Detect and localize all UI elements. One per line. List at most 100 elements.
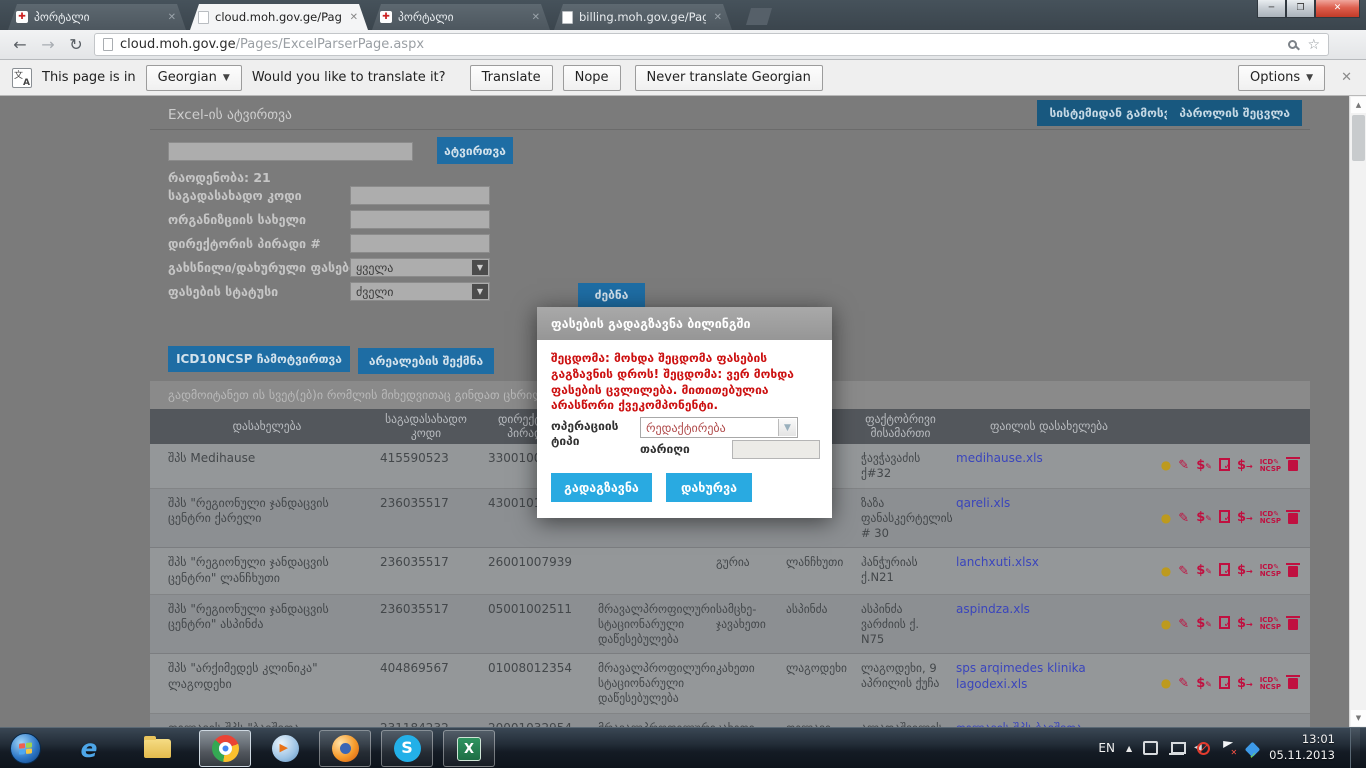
infobar-close-icon[interactable]: ✕ (1335, 70, 1358, 85)
start-button[interactable] (10, 733, 41, 764)
edit-icon[interactable]: ✎ (1178, 512, 1189, 525)
price-send-icon[interactable]: $→ (1237, 511, 1253, 525)
page-scrollbar[interactable]: ▲ ▼ (1349, 96, 1366, 727)
status-dot-icon[interactable]: ● (1161, 459, 1171, 472)
confirm-icon[interactable]: ✓ (1219, 676, 1230, 692)
language-indicator[interactable]: EN (1098, 741, 1115, 755)
price-send-icon[interactable]: $→ (1237, 459, 1253, 473)
icd-ncsp-icon[interactable]: ICD✎NCSP (1260, 617, 1281, 631)
minimize-button[interactable]: ─ (1257, 0, 1286, 18)
column-header[interactable]: დასახელება (150, 416, 372, 436)
dropbox-icon[interactable] (1245, 741, 1261, 757)
show-desktop-button[interactable] (1350, 728, 1360, 768)
scroll-down-icon[interactable]: ▼ (1351, 710, 1366, 726)
icd-ncsp-icon[interactable]: ICD✎NCSP (1260, 564, 1281, 578)
never-translate-button[interactable]: Never translate Georgian (635, 65, 823, 91)
tab-portal-1[interactable]: ✚ პორტალი ✕ (8, 4, 186, 30)
edit-icon[interactable]: ✎ (1178, 565, 1189, 578)
price-status-select[interactable]: ძველი▼ (350, 282, 490, 301)
tab-close-icon[interactable]: ✕ (166, 12, 178, 23)
create-areas-button[interactable]: არეალების შექმნა (358, 348, 494, 374)
org-name-input[interactable] (350, 210, 490, 229)
price-send-icon[interactable]: $→ (1237, 617, 1253, 631)
icd-ncsp-icon[interactable]: ICD✎NCSP (1260, 511, 1281, 525)
tab-close-icon[interactable]: ✕ (348, 12, 360, 23)
edit-icon[interactable]: ✎ (1178, 677, 1189, 690)
maximize-button[interactable]: ❐ (1286, 0, 1315, 18)
edit-icon[interactable]: ✎ (1178, 618, 1189, 631)
icd10ncsp-download-button[interactable]: ICD10NCSP ჩამოტვირთვა (168, 346, 350, 372)
column-header[interactable]: საგადასახადო კოდი (372, 409, 480, 444)
translate-button[interactable]: Translate (470, 65, 553, 91)
upload-file-input[interactable] (168, 142, 413, 161)
change-password-button[interactable]: პაროლის შეცვლა (1167, 100, 1302, 126)
forward-icon[interactable]: → (34, 35, 62, 54)
taskbar-chrome-button[interactable] (199, 730, 251, 767)
file-link[interactable]: lanchxuti.xlsx (956, 555, 1039, 569)
edit-icon[interactable]: ✎ (1178, 459, 1189, 472)
tray-expand-icon[interactable]: ▲ (1126, 744, 1132, 753)
operation-type-select[interactable]: რედაქტირება▼ (640, 417, 798, 438)
price-send-icon[interactable]: $→ (1237, 564, 1253, 578)
taskbar-ie-button[interactable]: e (63, 730, 115, 767)
column-header[interactable]: ფაილის დასახელება (948, 416, 1150, 436)
tab-portal-2[interactable]: ✚ პორტალი ✕ (372, 4, 550, 30)
price-send-icon[interactable]: $→ (1237, 677, 1253, 691)
delete-icon[interactable] (1288, 457, 1298, 474)
tab-cloud-active[interactable]: cloud.moh.gov.ge/Pages/ ✕ (190, 4, 368, 30)
bookmark-star-icon[interactable]: ☆ (1307, 37, 1320, 53)
status-dot-icon[interactable]: ● (1161, 677, 1171, 690)
status-dot-icon[interactable]: ● (1161, 512, 1171, 525)
search-icon[interactable] (1288, 40, 1297, 49)
file-link[interactable]: sps arqimedes klinika lagodexi.xls (956, 661, 1086, 691)
close-button[interactable]: ✕ (1315, 0, 1360, 18)
taskbar-clock[interactable]: 13:01 05.11.2013 (1269, 732, 1335, 763)
price-edit-icon[interactable]: $✎ (1196, 617, 1212, 631)
nope-button[interactable]: Nope (563, 65, 621, 91)
search-button[interactable]: ძებნა (578, 283, 645, 307)
tab-billing[interactable]: billing.moh.gov.ge/Pages ✕ (554, 4, 732, 30)
price-edit-icon[interactable]: $✎ (1196, 511, 1212, 525)
director-id-input[interactable] (350, 234, 490, 253)
tax-code-input[interactable] (350, 186, 490, 205)
taskbar-excel-button[interactable]: X (443, 730, 495, 767)
tab-close-icon[interactable]: ✕ (712, 12, 724, 23)
delete-icon[interactable] (1288, 616, 1298, 633)
price-edit-icon[interactable]: $✎ (1196, 459, 1212, 473)
network-icon[interactable] (1169, 741, 1184, 755)
address-bar[interactable]: cloud.moh.gov.ge/Pages/ExcelParserPage.a… (94, 33, 1329, 56)
delete-icon[interactable] (1288, 563, 1298, 580)
status-dot-icon[interactable]: ● (1161, 618, 1171, 631)
confirm-icon[interactable]: ✓ (1219, 616, 1230, 632)
taskbar-skype-button[interactable]: S (381, 730, 433, 767)
icd-ncsp-icon[interactable]: ICD✎NCSP (1260, 677, 1281, 691)
options-dropdown[interactable]: Options▼ (1238, 65, 1325, 91)
taskbar-media-player-button[interactable] (259, 730, 311, 767)
file-link[interactable]: qareli.xls (956, 496, 1010, 510)
send-button[interactable]: გადაგზავნა (551, 473, 652, 502)
file-link[interactable]: medihause.xls (956, 451, 1043, 465)
file-link[interactable]: aspindza.xls (956, 602, 1030, 616)
clipboard-tray-icon[interactable] (1143, 741, 1158, 755)
scrollbar-thumb[interactable] (1352, 115, 1365, 161)
reload-icon[interactable]: ↻ (62, 35, 90, 54)
icd-ncsp-icon[interactable]: ICD✎NCSP (1260, 459, 1281, 473)
language-dropdown[interactable]: Georgian▼ (146, 65, 242, 91)
taskbar-firefox-button[interactable] (319, 730, 371, 767)
upload-button[interactable]: ატვირთვა (437, 137, 513, 164)
tab-close-icon[interactable]: ✕ (530, 12, 542, 23)
delete-icon[interactable] (1288, 675, 1298, 692)
column-header[interactable]: ფაქტობრივი მისამართი (853, 409, 948, 444)
modal-close-button[interactable]: დახურვა (666, 473, 752, 502)
delete-icon[interactable] (1288, 510, 1298, 527)
column-header[interactable] (1150, 423, 1310, 429)
volume-muted-icon[interactable] (1195, 741, 1210, 755)
confirm-icon[interactable]: ✓ (1219, 458, 1230, 474)
scroll-up-icon[interactable]: ▲ (1351, 97, 1366, 113)
status-dot-icon[interactable]: ● (1161, 565, 1171, 578)
new-tab-button[interactable] (746, 8, 772, 25)
action-center-flag-icon[interactable] (1221, 741, 1236, 755)
date-input[interactable] (732, 440, 820, 459)
price-edit-icon[interactable]: $✎ (1196, 564, 1212, 578)
open-closed-select[interactable]: ყველა▼ (350, 258, 490, 277)
